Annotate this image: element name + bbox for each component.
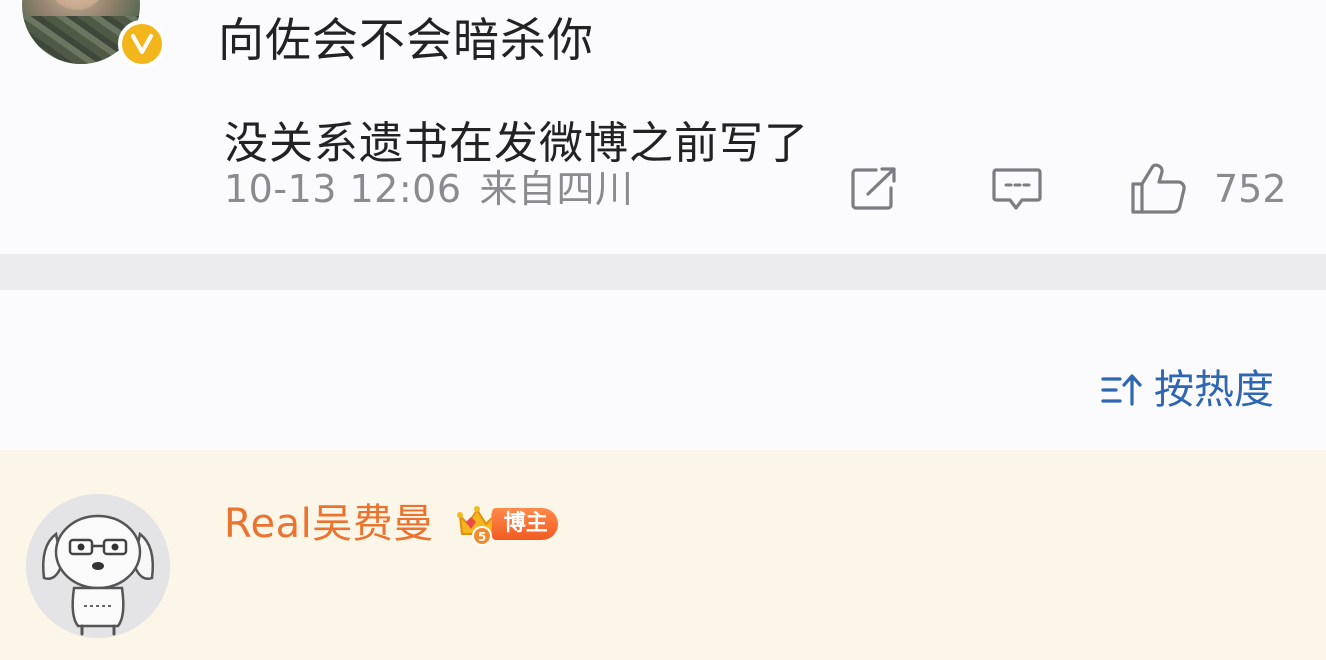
- check-icon: [131, 34, 153, 54]
- comment-author-row: Real吴费曼 5 博主: [224, 498, 558, 550]
- svg-text:5: 5: [478, 530, 486, 544]
- comment-item: Real吴费曼 5 博主: [0, 450, 1326, 660]
- post-text: 向佐会不会暗杀你: [218, 13, 594, 67]
- comment-button[interactable]: [990, 164, 1044, 214]
- cartoon-dog-avatar: [26, 494, 170, 638]
- blogger-badge: 5 博主: [456, 502, 558, 546]
- verified-badge-icon: [118, 20, 166, 68]
- share-external-icon: [851, 167, 896, 210]
- sort-icon: [1101, 374, 1142, 406]
- comment-text: 没关系遗书在发微博之前写了: [224, 118, 809, 169]
- comment-bubble-icon: [992, 168, 1042, 210]
- comment-sort-bar: 按热度: [0, 290, 1326, 450]
- comment-author-name[interactable]: Real吴费曼: [224, 498, 434, 550]
- section-separator: [0, 254, 1326, 290]
- like-button[interactable]: 752: [1128, 163, 1287, 214]
- share-button[interactable]: [848, 164, 902, 214]
- like-count: 752: [1214, 167, 1287, 211]
- commenter-avatar[interactable]: [26, 494, 170, 638]
- avatar-face: [48, 0, 106, 10]
- badge-label: 博主: [491, 508, 558, 540]
- thumbs-up-icon: [1131, 163, 1186, 214]
- sort-label: 按热度: [1154, 367, 1274, 413]
- sort-by-hot-toggle[interactable]: 按热度: [1100, 362, 1274, 418]
